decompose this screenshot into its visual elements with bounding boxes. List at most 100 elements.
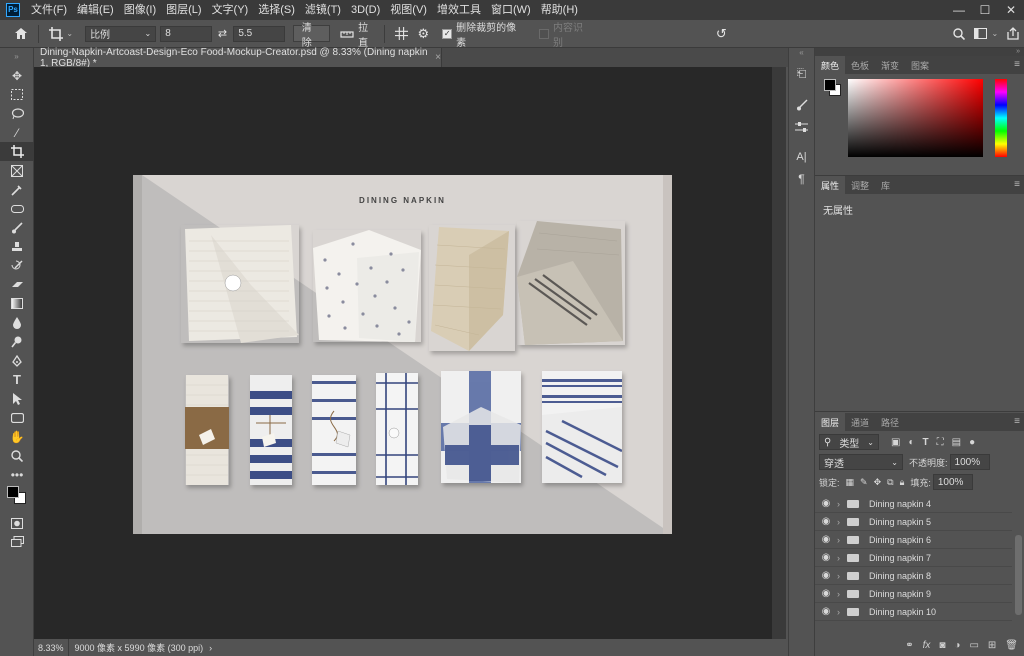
visibility-eye-icon[interactable]: ◉ — [815, 570, 837, 581]
filter-smart-object-icon[interactable]: ▤ — [952, 437, 961, 448]
menu-help[interactable]: 帮助(H) — [536, 0, 583, 20]
lock-transparent-icon[interactable]: ▦ — [846, 477, 855, 488]
visibility-eye-icon[interactable]: ◉ — [815, 588, 837, 599]
minimize-button[interactable]: — — [946, 0, 972, 20]
hue-slider[interactable] — [995, 79, 1007, 157]
crop-tool-preset-icon[interactable] — [45, 23, 67, 45]
canvas-scrollbar[interactable] — [772, 67, 786, 639]
workspace-icon[interactable] — [970, 23, 992, 45]
visibility-eye-icon[interactable]: ◉ — [815, 516, 837, 527]
layer-row[interactable]: ◉ › Dining napkin 10 — [815, 603, 1012, 621]
foreground-color-swatch[interactable] — [824, 79, 836, 91]
opacity-input[interactable]: 100% — [949, 454, 990, 470]
layer-filter-select[interactable]: ⚲ 类型 ⌄ — [819, 434, 879, 450]
tab-swatches[interactable]: 色板 — [845, 56, 875, 74]
straighten-icon[interactable] — [336, 23, 358, 45]
dodge-tool-icon[interactable] — [0, 332, 34, 351]
more-tools-icon[interactable]: ••• — [0, 465, 34, 484]
link-layers-icon[interactable]: ⚭ — [905, 640, 913, 651]
type-tool-icon[interactable]: T — [0, 370, 34, 389]
history-brush-tool-icon[interactable] — [0, 256, 34, 275]
menu-view[interactable]: 视图(V) — [385, 0, 432, 20]
lasso-tool-icon[interactable] — [0, 104, 34, 123]
color-swatches[interactable] — [0, 484, 33, 510]
overlay-grid-icon[interactable] — [391, 23, 413, 45]
visibility-eye-icon[interactable]: ◉ — [815, 606, 837, 617]
document-tab[interactable]: Dining-Napkin-Artcoast-Design-Eco Food-M… — [34, 47, 442, 69]
magic-wand-tool-icon[interactable]: ⁄ — [0, 123, 34, 142]
maximize-button[interactable]: ☐ — [972, 0, 998, 20]
zoom-level[interactable]: 8.33% — [34, 639, 69, 656]
layer-row[interactable]: ◉ › Dining napkin 7 — [815, 549, 1012, 567]
zoom-tool-icon[interactable] — [0, 446, 34, 465]
adjustments-icon[interactable] — [789, 116, 814, 138]
pen-tool-icon[interactable] — [0, 351, 34, 370]
collapse-icon[interactable]: » — [815, 48, 1024, 56]
layer-row[interactable]: ◉ › Dining napkin 5 — [815, 513, 1012, 531]
adjustment-layer-icon[interactable]: ◑ — [954, 640, 960, 651]
chevron-right-icon[interactable]: › — [837, 607, 847, 617]
height-input[interactable]: 5.5 — [233, 25, 285, 42]
close-tab-icon[interactable]: × — [435, 52, 441, 63]
filter-shape-icon[interactable]: ⛶ — [937, 437, 944, 448]
panel-menu-icon[interactable]: ≡ — [1014, 179, 1020, 190]
saturation-brightness-field[interactable] — [848, 79, 983, 157]
clear-button[interactable]: 清除 — [292, 23, 331, 49]
chevron-right-icon[interactable]: › — [837, 589, 847, 599]
straighten-label[interactable]: 拉直 — [358, 19, 378, 49]
quick-mask-icon[interactable] — [0, 514, 34, 532]
rectangle-tool-icon[interactable] — [0, 408, 34, 427]
home-icon[interactable] — [10, 23, 32, 45]
brush-settings-icon[interactable] — [789, 94, 814, 116]
tab-color[interactable]: 颜色 — [815, 56, 846, 74]
lock-artboard-icon[interactable]: ⧉ — [887, 477, 893, 488]
tab-paths[interactable]: 路径 — [875, 413, 905, 431]
tab-adjustments[interactable]: 调整 — [845, 176, 875, 194]
swap-icon[interactable]: ⇄ — [212, 23, 234, 45]
filter-toggle-icon[interactable]: ● — [969, 437, 975, 448]
tab-channels[interactable]: 通道 — [845, 413, 875, 431]
paragraph-panel-icon[interactable]: ¶ — [789, 168, 814, 190]
menu-3d[interactable]: 3D(D) — [346, 0, 385, 20]
menu-type[interactable]: 文字(Y) — [207, 0, 254, 20]
menu-file[interactable]: 文件(F) — [26, 0, 72, 20]
clone-stamp-tool-icon[interactable] — [0, 237, 34, 256]
chevron-right-icon[interactable]: › — [837, 535, 847, 545]
visibility-eye-icon[interactable]: ◉ — [815, 552, 837, 563]
delete-cropped-checkbox[interactable]: ✓ — [442, 28, 453, 39]
frame-tool-icon[interactable] — [0, 161, 34, 180]
visibility-eye-icon[interactable]: ◉ — [815, 498, 837, 509]
filter-adjustment-icon[interactable]: ◐ — [908, 437, 914, 448]
lock-position-icon[interactable]: ✥ — [874, 477, 882, 488]
chevron-right-icon[interactable]: › — [837, 571, 847, 581]
chevron-down-icon[interactable]: ⌄ — [992, 29, 999, 38]
lock-image-icon[interactable]: ✎ — [860, 477, 868, 488]
document-image[interactable]: DINING NAPKIN — [133, 175, 672, 534]
visibility-eye-icon[interactable]: ◉ — [815, 534, 837, 545]
filter-type-icon[interactable]: T — [923, 437, 929, 448]
brush-tool-icon[interactable] — [0, 218, 34, 237]
layer-row[interactable]: ◉ › Dining napkin 6 — [815, 531, 1012, 549]
status-menu-arrow[interactable]: › — [209, 643, 212, 653]
fill-input[interactable]: 100% — [932, 474, 973, 490]
width-input[interactable]: 8 — [160, 25, 212, 42]
panel-menu-icon[interactable]: ≡ — [1014, 416, 1020, 427]
screen-mode-icon[interactable] — [0, 532, 34, 551]
menu-image[interactable]: 图像(I) — [119, 0, 161, 20]
character-panel-icon[interactable]: A| — [789, 146, 814, 168]
foreground-color-swatch[interactable] — [7, 486, 19, 498]
ratio-select[interactable]: 比例 ⌄ — [85, 25, 157, 42]
new-group-icon[interactable]: ▭ — [969, 640, 978, 651]
blur-tool-icon[interactable] — [0, 313, 34, 332]
gear-icon[interactable]: ⚙ — [413, 23, 435, 45]
eraser-tool-icon[interactable] — [0, 275, 34, 294]
path-selection-tool-icon[interactable] — [0, 389, 34, 408]
layers-scrollbar[interactable] — [1015, 535, 1022, 615]
history-panel-icon[interactable]: ⎗ — [789, 62, 814, 84]
hand-tool-icon[interactable]: ✋ — [0, 427, 34, 446]
menu-layer[interactable]: 图层(L) — [161, 0, 206, 20]
layer-style-icon[interactable]: fx — [923, 640, 931, 651]
eyedropper-tool-icon[interactable] — [0, 180, 34, 199]
menu-select[interactable]: 选择(S) — [253, 0, 300, 20]
layer-row[interactable]: ◉ › Dining napkin 8 — [815, 567, 1012, 585]
